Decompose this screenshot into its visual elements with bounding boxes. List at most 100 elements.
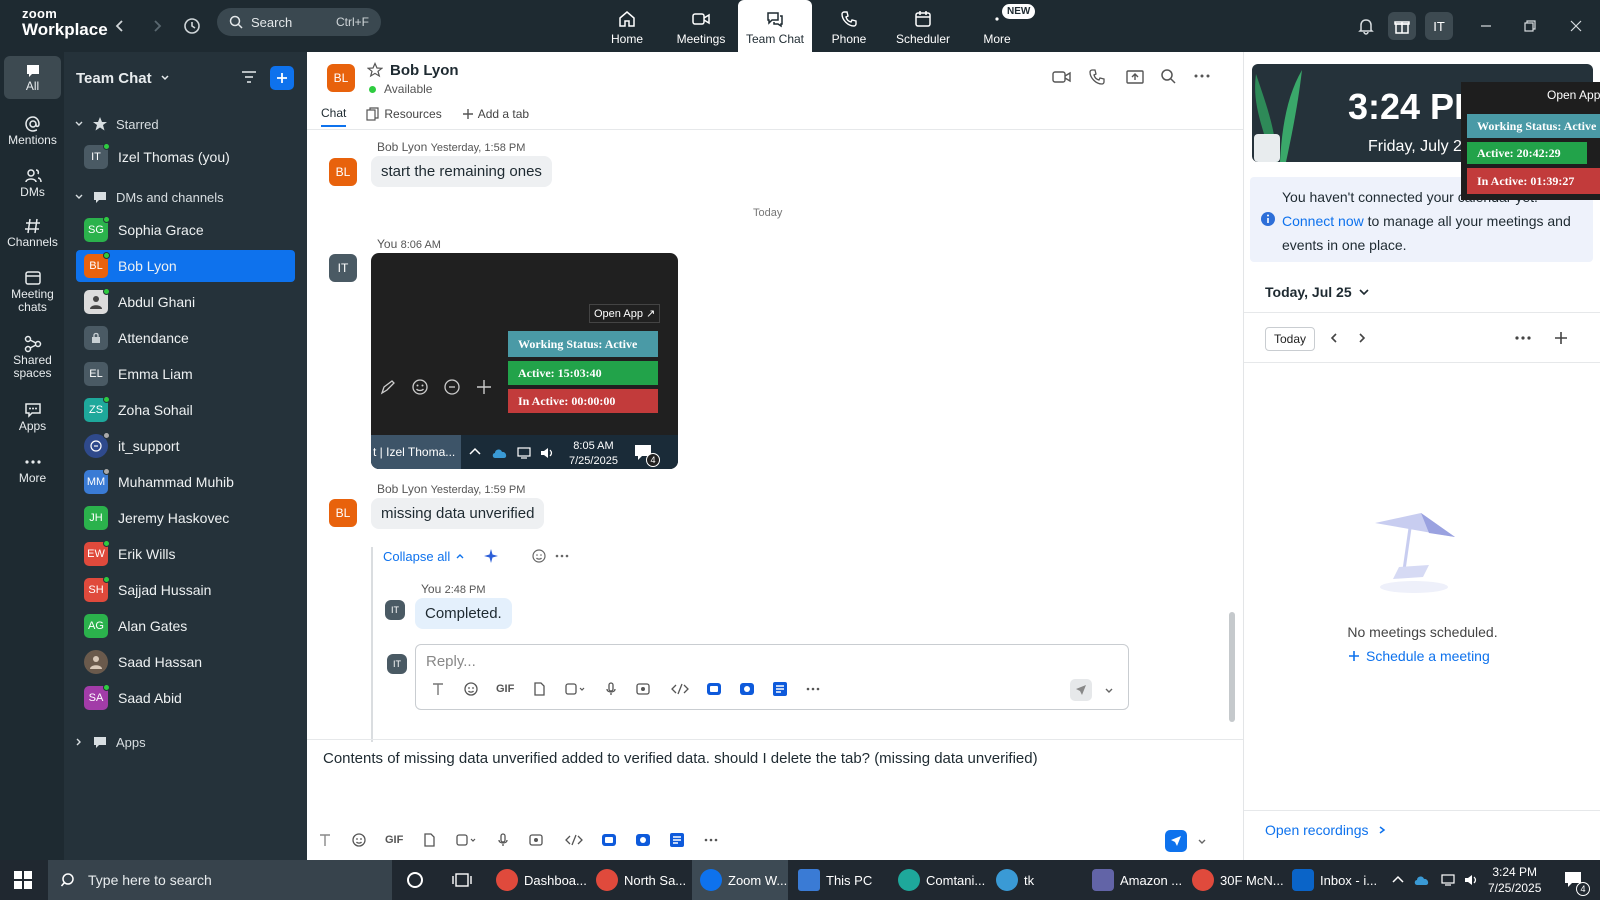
- message-bubble[interactable]: start the remaining ones: [371, 156, 552, 187]
- chat-item-erik-wills[interactable]: EW Erik Wills: [76, 538, 295, 570]
- taskbar-clock[interactable]: 3:24 PM 7/25/2025: [1488, 864, 1541, 896]
- taskbar-app-inbox[interactable]: Inbox - i...: [1292, 860, 1388, 900]
- file-icon[interactable]: [531, 681, 547, 697]
- avatar[interactable]: IT: [385, 600, 405, 620]
- scrollbar[interactable]: [1229, 612, 1235, 722]
- gif-icon[interactable]: GIF: [385, 834, 403, 846]
- avatar[interactable]: BL: [329, 499, 357, 527]
- rail-item-dms[interactable]: DMs: [4, 166, 61, 199]
- app-icon-2[interactable]: [739, 681, 755, 697]
- file-icon[interactable]: [421, 832, 437, 848]
- rail-item-meeting-chats[interactable]: Meeting chats: [4, 268, 61, 314]
- contact-avatar[interactable]: BL: [327, 64, 355, 92]
- message-bubble[interactable]: missing data unverified: [371, 498, 545, 529]
- contact-name[interactable]: Bob Lyon: [390, 62, 459, 79]
- text-format-icon[interactable]: [317, 832, 333, 848]
- windows-start-icon[interactable]: [14, 871, 32, 892]
- taskbar-app-zoom[interactable]: Zoom W...: [692, 860, 788, 900]
- taskbar-app-30f[interactable]: 30F McN...: [1192, 860, 1288, 900]
- next-day-icon[interactable]: [1356, 331, 1368, 348]
- gift-icon[interactable]: [1388, 12, 1416, 40]
- section-dms-channels[interactable]: DMs and channels: [74, 189, 224, 205]
- bell-icon[interactable]: [1352, 12, 1380, 40]
- code-icon[interactable]: [671, 681, 690, 697]
- taskbar-app-amazon[interactable]: Amazon ...: [1092, 860, 1188, 900]
- new-chat-button[interactable]: [270, 66, 294, 90]
- app-icon-1[interactable]: [706, 681, 722, 697]
- search-icon[interactable]: [1160, 68, 1176, 87]
- image-attachment[interactable]: Open App ↗ Working Status: Active Active…: [371, 253, 678, 469]
- more-options-icon[interactable]: [805, 681, 821, 697]
- screenshot-icon[interactable]: [455, 832, 477, 848]
- chat-item-zoha-sohail[interactable]: ZS Zoha Sohail: [76, 394, 295, 426]
- date-selector[interactable]: Today, Jul 25: [1265, 284, 1370, 300]
- more-options-icon[interactable]: [555, 549, 569, 563]
- ai-sparkle-icon[interactable]: [483, 548, 499, 564]
- tab-chat[interactable]: Chat: [321, 106, 347, 127]
- more-options-icon[interactable]: [1193, 68, 1211, 87]
- zoom-logo[interactable]: zoom Workplace: [22, 7, 108, 38]
- video-call-icon[interactable]: [1052, 68, 1072, 89]
- chat-item-jeremy-haskovec[interactable]: JH Jeremy Haskovec: [76, 502, 295, 534]
- rail-item-mentions[interactable]: Mentions: [4, 114, 61, 147]
- phone-call-icon[interactable]: [1088, 68, 1106, 89]
- chevron-down-icon[interactable]: [1104, 686, 1114, 696]
- prev-day-icon[interactable]: [1328, 331, 1340, 348]
- video-message-icon[interactable]: [636, 681, 654, 697]
- cortana-icon[interactable]: [406, 871, 424, 892]
- chevron-up-icon[interactable]: [1391, 873, 1405, 890]
- gif-icon[interactable]: GIF: [496, 683, 514, 695]
- nav-tab-meetings[interactable]: Meetings: [664, 0, 738, 52]
- nav-tab-scheduler[interactable]: Scheduler: [886, 0, 960, 52]
- reply-bubble[interactable]: Completed.: [415, 598, 512, 629]
- task-view-icon[interactable]: [452, 871, 472, 892]
- app-icon-2[interactable]: [635, 832, 651, 848]
- nav-tab-home[interactable]: Home: [590, 0, 664, 52]
- nav-tab-phone[interactable]: Phone: [812, 0, 886, 52]
- forward-arrow-icon[interactable]: [143, 12, 171, 40]
- nav-tab-team-chat[interactable]: Team Chat: [738, 0, 812, 52]
- network-icon[interactable]: [1440, 873, 1456, 890]
- section-starred[interactable]: Starred: [74, 116, 159, 132]
- microphone-icon[interactable]: [603, 681, 619, 697]
- reply-send-button[interactable]: [1070, 679, 1092, 701]
- more-options-icon[interactable]: [1514, 331, 1532, 348]
- emoji-icon[interactable]: [351, 832, 367, 848]
- close-icon[interactable]: [1562, 12, 1590, 40]
- chat-list-title[interactable]: Team Chat: [76, 70, 170, 87]
- send-button[interactable]: [1165, 830, 1187, 852]
- more-options-icon[interactable]: [703, 832, 719, 848]
- chat-item-emma-liam[interactable]: EL Emma Liam: [76, 358, 295, 390]
- chat-item-alan-gates[interactable]: AG Alan Gates: [76, 610, 295, 642]
- taskbar-app-this-pc[interactable]: This PC: [798, 860, 884, 900]
- chat-item-bob-lyon[interactable]: BL Bob Lyon: [76, 250, 295, 282]
- cloud-icon[interactable]: [1413, 874, 1431, 889]
- taskbar-search-input[interactable]: Type here to search: [48, 860, 392, 900]
- video-message-icon[interactable]: [529, 832, 547, 848]
- code-icon[interactable]: [565, 832, 584, 848]
- open-app-button[interactable]: Open App: [1547, 88, 1600, 102]
- reply-input[interactable]: Reply... GIF: [415, 644, 1129, 710]
- chat-item-sajjad-hussain[interactable]: SH Sajjad Hussain: [76, 574, 295, 606]
- taskbar-app-dashboard[interactable]: Dashboa...: [496, 860, 592, 900]
- chat-item-abdul-ghani[interactable]: Abdul Ghani: [76, 286, 295, 318]
- rail-item-channels[interactable]: Channels: [4, 216, 61, 249]
- chat-item-muhammad-muhib[interactable]: MM Muhammad Muhib: [76, 466, 295, 498]
- rail-item-apps[interactable]: Apps: [4, 400, 61, 433]
- restore-icon[interactable]: [1516, 12, 1544, 40]
- connect-now-link[interactable]: Connect now: [1282, 213, 1364, 229]
- chat-item-it-support[interactable]: it_support: [76, 430, 295, 462]
- filter-icon[interactable]: [240, 68, 258, 89]
- rail-item-all[interactable]: All: [4, 56, 61, 99]
- add-event-icon[interactable]: [1554, 331, 1568, 348]
- tab-add[interactable]: Add a tab: [462, 106, 529, 127]
- app-icon-1[interactable]: [601, 832, 617, 848]
- emoji-icon[interactable]: [463, 681, 479, 697]
- minimize-icon[interactable]: [1472, 12, 1500, 40]
- app-icon-3[interactable]: [772, 681, 788, 697]
- taskbar-app-tk[interactable]: tk: [996, 860, 1056, 900]
- open-recordings-link[interactable]: Open recordings: [1265, 822, 1387, 838]
- add-reaction-icon[interactable]: [531, 548, 547, 564]
- back-arrow-icon[interactable]: [106, 12, 134, 40]
- volume-icon[interactable]: [1463, 873, 1479, 890]
